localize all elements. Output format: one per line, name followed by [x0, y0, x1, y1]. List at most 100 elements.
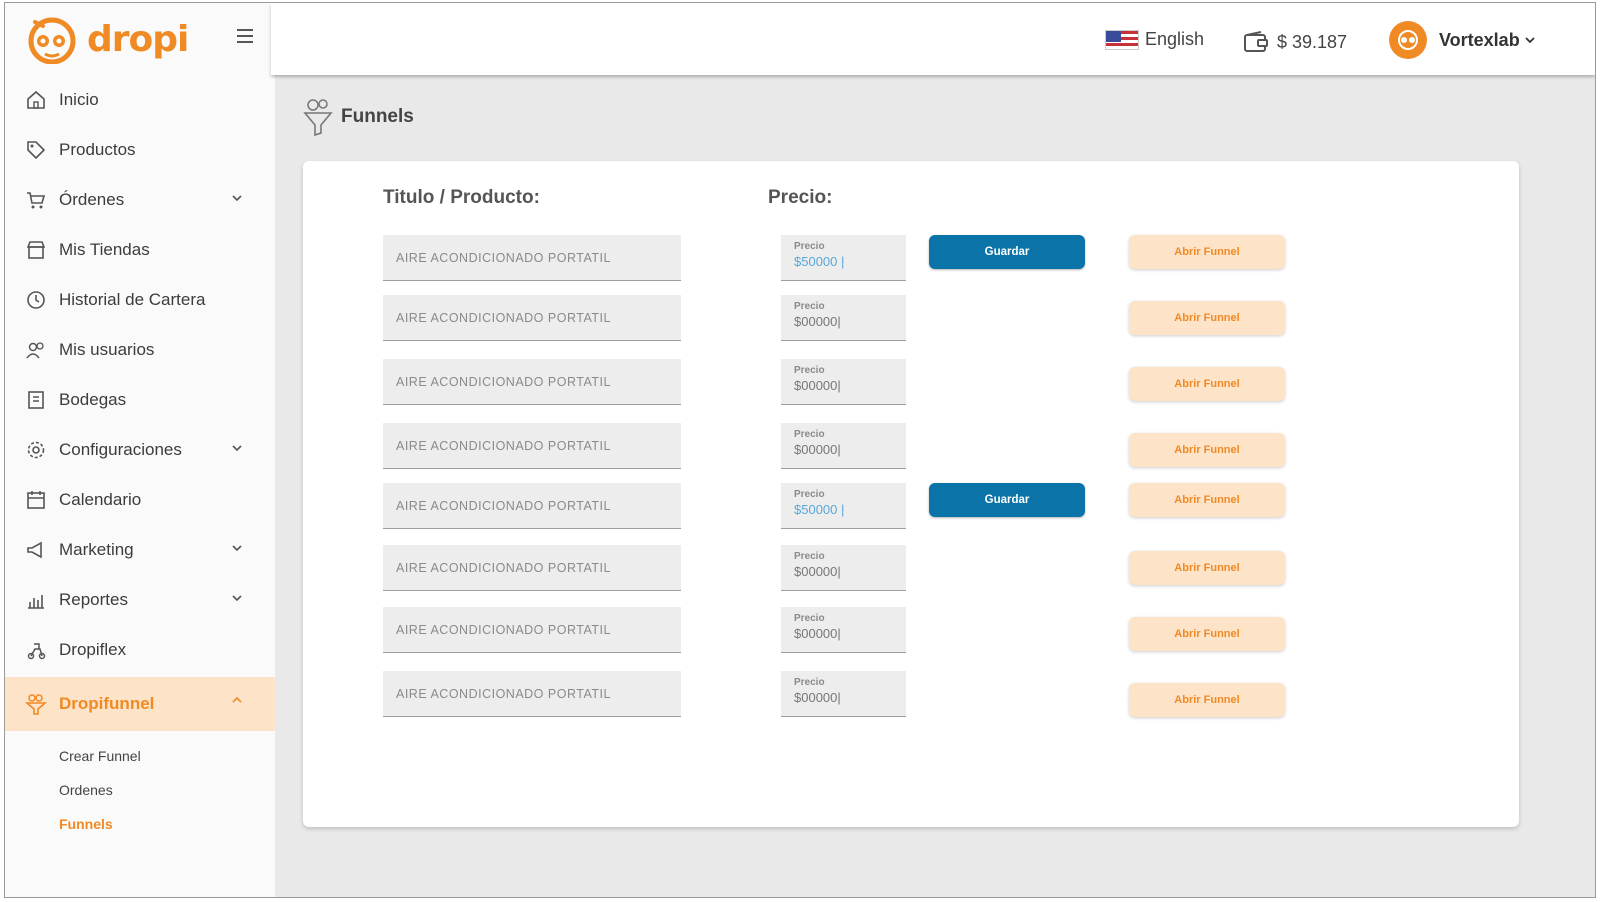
open-funnel-button[interactable]: Abrir Funnel	[1129, 301, 1285, 335]
sidebar-item-mis-tiendas[interactable]: Mis Tiendas	[5, 225, 275, 275]
price-field-label: Precio	[794, 301, 825, 312]
price-field-value: $00000|	[794, 314, 841, 329]
product-title-field[interactable]: AIRE ACONDICIONADO PORTATIL	[383, 483, 681, 529]
sidebar-item-label: Mis usuarios	[59, 340, 155, 359]
price-field[interactable]: Precio $00000|	[781, 545, 906, 591]
product-title-field[interactable]: AIRE ACONDICIONADO PORTATIL	[383, 545, 681, 591]
app-window: dropi Inicio Productos Órdenes Mis Tiendas H…	[4, 2, 1596, 898]
home-icon	[25, 89, 47, 111]
sidebar-item-label: Productos	[59, 140, 136, 159]
sidebar-item-label: Inicio	[59, 90, 99, 109]
product-title-field[interactable]: AIRE ACONDICIONADO PORTATIL	[383, 295, 681, 341]
sidebar-item-marketing[interactable]: Marketing	[5, 525, 275, 575]
chevron-down-icon[interactable]	[231, 443, 243, 453]
save-button[interactable]: Guardar	[929, 483, 1085, 517]
chevron-up-icon[interactable]	[231, 695, 243, 705]
sidebar-item-label: Órdenes	[59, 190, 125, 209]
table-row: AIRE ACONDICIONADO PORTATIL Precio $00000|…	[303, 423, 1519, 471]
column-header-title: Titulo / Producto:	[383, 187, 540, 208]
user-menu[interactable]: Vortexlab	[1389, 21, 1536, 59]
funnel-icon	[25, 693, 47, 715]
submenu-item-crear-funnel[interactable]: Crear Funnel	[59, 739, 275, 773]
chevron-down-icon[interactable]	[231, 543, 243, 553]
table-row: AIRE ACONDICIONADO PORTATIL Precio $00000|…	[303, 359, 1519, 407]
open-funnel-button[interactable]: Abrir Funnel	[1129, 483, 1285, 517]
price-field[interactable]: Precio $00000|	[781, 423, 906, 469]
megaphone-icon	[25, 539, 47, 561]
price-field-value: $50000 |	[794, 502, 845, 517]
open-funnel-button[interactable]: Abrir Funnel	[1129, 433, 1285, 467]
table-row: AIRE ACONDICIONADO PORTATIL Precio $50000 …	[303, 235, 1519, 283]
submenu-item-funnels[interactable]: Funnels	[59, 807, 275, 841]
open-funnel-button[interactable]: Abrir Funnel	[1129, 235, 1285, 269]
sidebar-item-reportes[interactable]: Reportes	[5, 575, 275, 625]
column-header-price: Precio:	[768, 187, 833, 208]
sidebar-item-label: Reportes	[59, 590, 128, 609]
sidebar-item-mis-usuarios[interactable]: Mis usuarios	[5, 325, 275, 375]
table-row: AIRE ACONDICIONADO PORTATIL Precio $00000|…	[303, 671, 1519, 719]
save-button[interactable]: Guardar	[929, 235, 1085, 269]
table-row: AIRE ACONDICIONADO PORTATIL Precio $50000 …	[303, 483, 1519, 531]
sidebar-item-label: Dropiflex	[59, 640, 127, 659]
wallet-icon	[1244, 31, 1268, 52]
open-funnel-button[interactable]: Abrir Funnel	[1129, 617, 1285, 651]
chevron-down-icon[interactable]	[231, 593, 243, 603]
users-icon	[25, 339, 47, 361]
brand-name: dropi	[87, 18, 189, 60]
price-field[interactable]: Precio $00000|	[781, 671, 906, 717]
product-title-field[interactable]: AIRE ACONDICIONADO PORTATIL	[383, 235, 681, 281]
price-field-value: $50000 |	[794, 254, 845, 269]
product-title-field[interactable]: AIRE ACONDICIONADO PORTATIL	[383, 607, 681, 653]
sidebar-item-dropiflex[interactable]: Dropiflex	[5, 625, 275, 675]
sidebar-nav: Inicio Productos Órdenes Mis Tiendas Histori…	[5, 75, 275, 841]
sidebar-item-inicio[interactable]: Inicio	[5, 75, 275, 125]
language-selector[interactable]: English	[1105, 29, 1204, 50]
avatar	[1389, 21, 1427, 59]
sidebar-item-configuraciones[interactable]: Configuraciones	[5, 425, 275, 475]
price-field[interactable]: Precio $00000|	[781, 607, 906, 653]
table-row: AIRE ACONDICIONADO PORTATIL Precio $00000|…	[303, 607, 1519, 655]
price-field-label: Precio	[794, 613, 825, 624]
brand-logo[interactable]: dropi	[25, 13, 189, 65]
open-funnel-button[interactable]: Abrir Funnel	[1129, 683, 1285, 717]
sidebar-item-label: Bodegas	[59, 390, 127, 409]
price-field-value: $00000|	[794, 690, 841, 705]
page-title: Funnels	[341, 106, 414, 127]
price-field-value: $00000|	[794, 564, 841, 579]
product-title-field[interactable]: AIRE ACONDICIONADO PORTATIL	[383, 423, 681, 469]
balance-value: $ 39.187	[1277, 31, 1348, 52]
price-field-label: Precio	[794, 241, 825, 252]
submenu-item-ordenes[interactable]: Ordenes	[59, 773, 275, 807]
gear-icon	[25, 439, 47, 461]
price-field-value: $00000|	[794, 378, 841, 393]
chevron-down-icon[interactable]	[231, 193, 243, 203]
product-title-field[interactable]: AIRE ACONDICIONADO PORTATIL	[383, 671, 681, 717]
cart-icon	[25, 189, 47, 211]
menu-toggle-icon[interactable]	[237, 29, 253, 43]
sidebar-item-bodegas[interactable]: Bodegas	[5, 375, 275, 425]
open-funnel-button[interactable]: Abrir Funnel	[1129, 367, 1285, 401]
language-label: English	[1145, 29, 1205, 49]
sidebar-item-ordenes[interactable]: Órdenes	[5, 175, 275, 225]
price-field-label: Precio	[794, 551, 825, 562]
wallet-balance[interactable]: $ 39.187	[1243, 31, 1347, 53]
sidebar-item-label: Configuraciones	[59, 440, 182, 459]
price-field[interactable]: Precio $00000|	[781, 295, 906, 341]
page-header: Funnels	[303, 97, 414, 137]
sidebar-item-label: Dropifunnel	[59, 694, 155, 713]
open-funnel-button[interactable]: Abrir Funnel	[1129, 551, 1285, 585]
chevron-down-icon	[1525, 37, 1535, 44]
sidebar-item-calendario[interactable]: Calendario	[5, 475, 275, 525]
sidebar-item-productos[interactable]: Productos	[5, 125, 275, 175]
price-field[interactable]: Precio $00000|	[781, 359, 906, 405]
sidebar-item-historial-de-cartera[interactable]: Historial de Cartera	[5, 275, 275, 325]
price-field-label: Precio	[794, 365, 825, 376]
price-field[interactable]: Precio $50000 |	[781, 235, 906, 281]
price-field-value: $00000|	[794, 442, 841, 457]
price-field[interactable]: Precio $50000 |	[781, 483, 906, 529]
sidebar-item-dropifunnel[interactable]: Dropifunnel	[5, 677, 275, 731]
sidebar: dropi Inicio Productos Órdenes Mis Tiendas H…	[5, 3, 275, 897]
product-title-field[interactable]: AIRE ACONDICIONADO PORTATIL	[383, 359, 681, 405]
price-field-label: Precio	[794, 489, 825, 500]
sidebar-item-label: Marketing	[59, 540, 134, 559]
